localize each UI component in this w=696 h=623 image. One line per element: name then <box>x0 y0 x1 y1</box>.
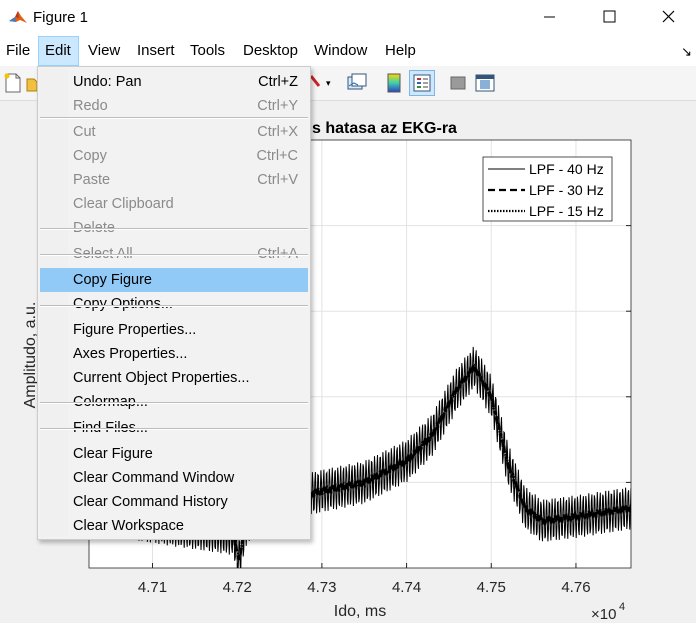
menu-tools[interactable]: Tools <box>184 36 231 66</box>
menu-item-label: Clear Workspace <box>73 518 184 534</box>
menu-item-label: Clear Figure <box>73 446 153 462</box>
menu-item-redo: Redo Ctrl+Y <box>40 94 308 118</box>
menu-separator <box>40 402 308 404</box>
menu-separator <box>40 305 308 307</box>
menu-item-axes-properties[interactable]: Axes Properties... <box>40 342 308 366</box>
menu-item-shortcut: Ctrl+X <box>257 124 298 140</box>
menu-item-clear-clipboard: Clear Clipboard <box>40 192 308 216</box>
menu-insert[interactable]: Insert <box>131 36 181 66</box>
menu-item-cut: Cut Ctrl+X <box>40 120 308 144</box>
menu-item-copy-figure[interactable]: Copy Figure <box>40 268 308 292</box>
menu-item-clear-command-window[interactable]: Clear Command Window <box>40 466 308 490</box>
legend-entry-30hz: LPF - 30 Hz <box>529 182 604 198</box>
menu-separator <box>40 228 308 230</box>
legend-entry-15hz: LPF - 15 Hz <box>529 203 604 219</box>
minimize-icon <box>544 16 555 18</box>
menu-item-label: Clear Command History <box>73 494 228 510</box>
legend-entry-40hz: LPF - 40 Hz <box>529 161 604 177</box>
menu-view[interactable]: View <box>82 36 126 66</box>
plot-title: s hatasa az EKG-ra <box>312 120 457 137</box>
link-plot-icon[interactable] <box>346 72 368 94</box>
menu-item-label: Paste <box>73 172 111 188</box>
menu-item-shortcut: Ctrl+Y <box>257 98 298 114</box>
x-tick-label: 4.72 <box>223 579 252 596</box>
menu-item-label: Redo <box>73 98 108 114</box>
x-tick-label: 4.71 <box>138 579 167 596</box>
x-tick-label: 4.75 <box>477 579 506 596</box>
x-tick-label: 4.73 <box>307 579 336 596</box>
menu-edit[interactable]: Edit <box>38 36 79 66</box>
menu-item-shortcut: Ctrl+C <box>256 148 299 164</box>
close-icon <box>662 10 675 23</box>
minimize-button[interactable] <box>526 0 572 34</box>
menu-item-copy: Copy Ctrl+C <box>40 144 308 168</box>
menu-item-current-object-properties[interactable]: Current Object Properties... <box>40 366 308 390</box>
brush-icon[interactable] <box>310 72 324 94</box>
menu-item-clear-command-history[interactable]: Clear Command History <box>40 490 308 514</box>
menu-item-label: Figure Properties... <box>73 322 197 338</box>
menu-window[interactable]: Window <box>308 36 373 66</box>
menu-item-label: Copy <box>73 148 107 164</box>
menu-item-label: Current Object Properties... <box>73 370 250 386</box>
maximize-icon <box>603 10 616 23</box>
menu-item-label: Copy Figure <box>73 272 152 288</box>
menu-item-copy-options[interactable]: Copy Options... <box>40 292 308 316</box>
edit-menu-dropdown: Undo: Pan Ctrl+Z Redo Ctrl+Y Cut Ctrl+X Copy Ct… <box>37 66 311 540</box>
x-exponent-power: 4 <box>619 601 625 613</box>
colorbar-icon[interactable] <box>383 72 405 94</box>
close-button[interactable] <box>646 0 692 34</box>
menu-help[interactable]: Help <box>379 36 422 66</box>
hide-plot-tools-icon[interactable] <box>448 72 470 94</box>
maximize-button[interactable] <box>586 0 632 34</box>
x-axis-label: Ido, ms <box>334 603 386 620</box>
x-tick-label: 4.74 <box>392 579 421 596</box>
menu-item-label: Cut <box>73 124 96 140</box>
menu-item-label: Axes Properties... <box>73 346 188 362</box>
legend[interactable]: LPF - 40 Hz LPF - 30 Hz LPF - 15 Hz <box>482 156 613 222</box>
menu-item-figure-properties[interactable]: Figure Properties... <box>40 318 308 342</box>
menu-item-label: Clear Clipboard <box>73 196 174 212</box>
menu-item-shortcut: Ctrl+Z <box>258 74 298 90</box>
title-bar: Figure 1 <box>0 0 696 36</box>
brush-dropdown-icon[interactable]: ▾ <box>326 78 331 89</box>
menu-item-label: Clear Command Window <box>73 470 235 486</box>
menu-desktop[interactable]: Desktop <box>237 36 304 66</box>
window-title: Figure 1 <box>33 9 89 26</box>
x-tick-label: 4.76 <box>561 579 590 596</box>
x-exponent-base: ×10 <box>591 606 616 623</box>
menu-item-label: Copy Options... <box>73 296 173 312</box>
menu-item-label: Undo: Pan <box>73 74 142 90</box>
show-plot-tools-icon[interactable] <box>474 72 496 94</box>
dock-figure-arrow-icon[interactable]: ↘ <box>681 44 692 60</box>
menu-separator <box>40 254 308 256</box>
new-figure-icon[interactable] <box>2 72 24 94</box>
menu-separator <box>40 117 308 119</box>
menu-item-undo-pan[interactable]: Undo: Pan Ctrl+Z <box>40 70 308 94</box>
legend-icon[interactable] <box>409 70 435 96</box>
menu-item-paste: Paste Ctrl+V <box>40 168 308 192</box>
menu-separator <box>40 428 308 430</box>
menu-file[interactable]: File <box>0 36 36 66</box>
menu-item-clear-workspace[interactable]: Clear Workspace <box>40 514 308 538</box>
menu-bar: File Edit View Insert Tools Desktop Wind… <box>0 36 696 66</box>
menu-item-clear-figure[interactable]: Clear Figure <box>40 442 308 466</box>
matlab-logo-icon <box>8 8 28 28</box>
menu-item-shortcut: Ctrl+V <box>257 172 298 188</box>
